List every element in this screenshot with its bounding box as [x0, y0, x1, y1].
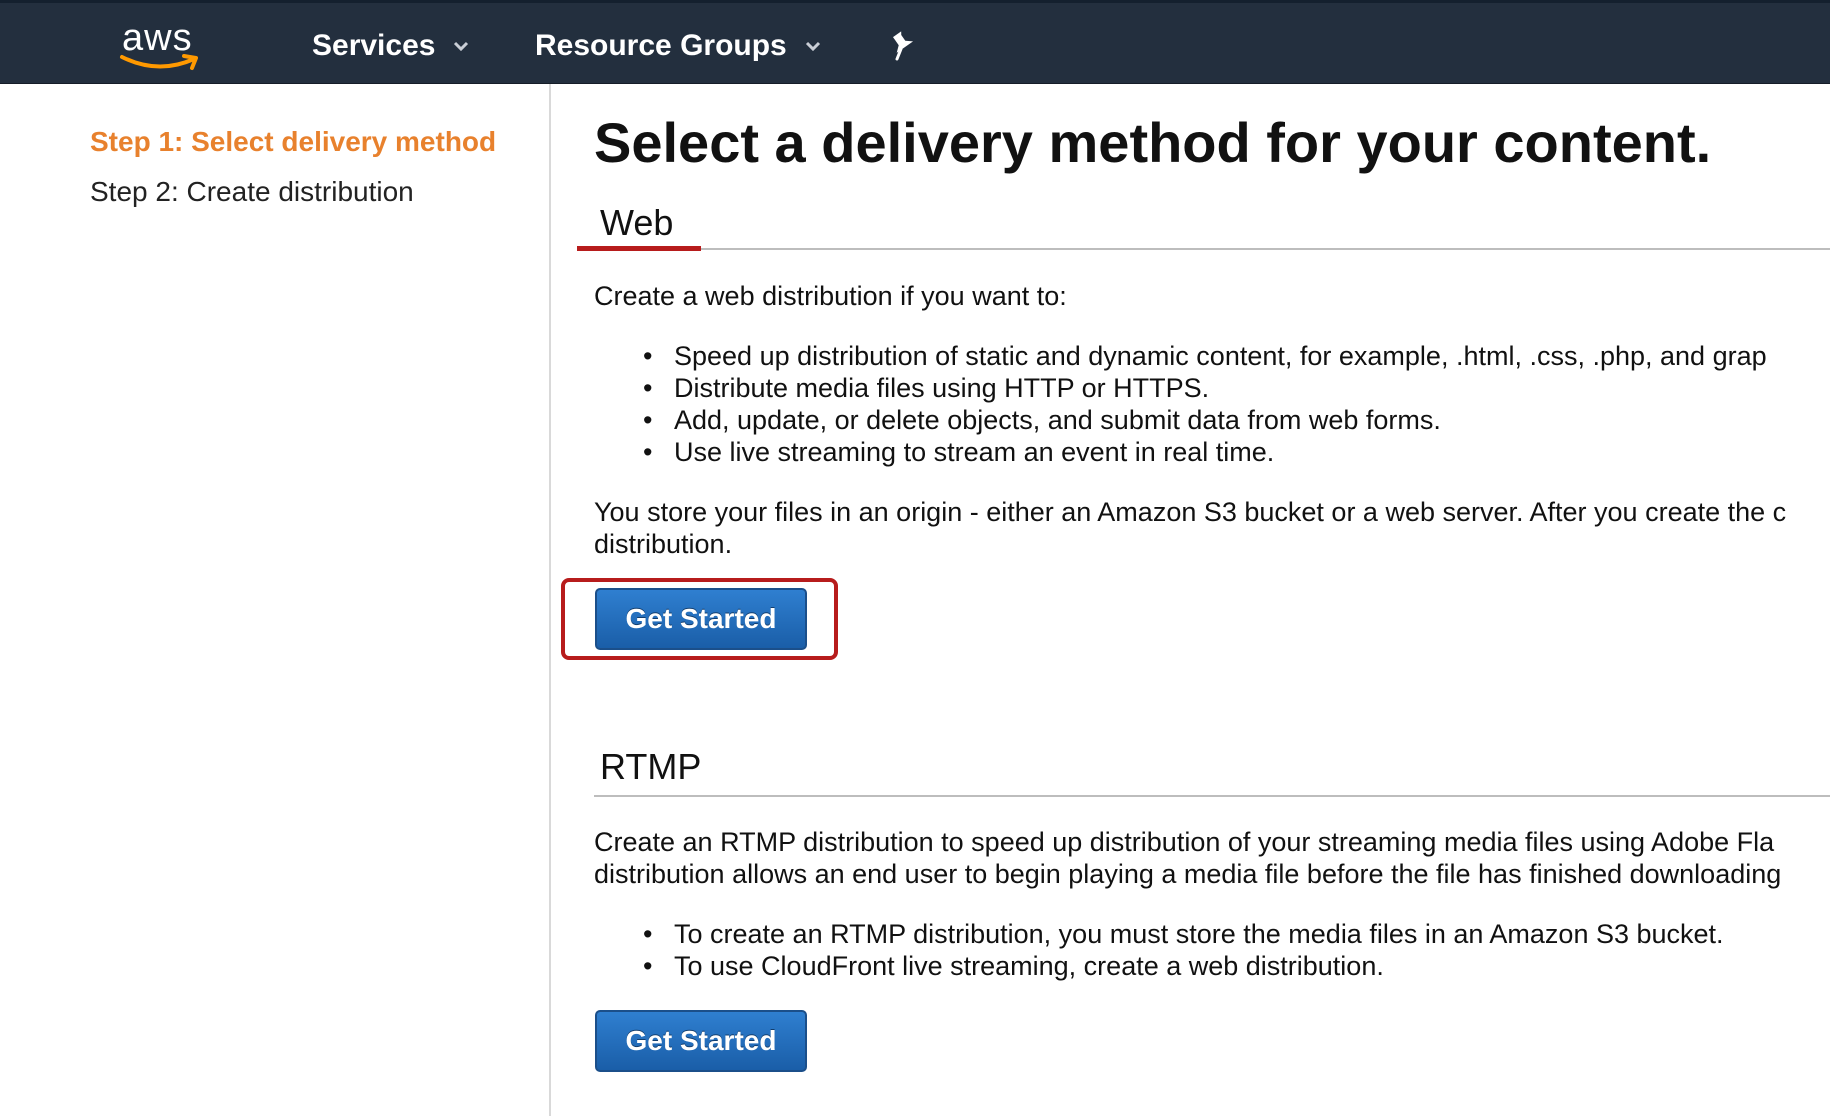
web-divider [577, 248, 1830, 250]
services-menu[interactable]: Services [312, 29, 469, 63]
services-menu-label: Services [312, 29, 436, 62]
aws-smile-icon [120, 54, 198, 70]
page-title: Select a delivery method for your conten… [594, 111, 1712, 174]
list-item: Speed up distribution of static and dyna… [643, 340, 1767, 372]
top-navigation-bar: aws Services Resource Groups [0, 0, 1830, 84]
rtmp-get-started-button[interactable]: Get Started [595, 1010, 807, 1072]
web-origin-text-line2: distribution. [594, 529, 733, 559]
rtmp-text-line2: distribution allows an end user to begin… [594, 859, 1782, 889]
list-item: Use live streaming to stream an event in… [643, 436, 1767, 468]
list-item: Distribute media files using HTTP or HTT… [643, 372, 1767, 404]
aws-logo[interactable]: aws [118, 17, 208, 77]
resource-groups-menu[interactable]: Resource Groups [535, 29, 821, 63]
list-item: To use CloudFront live streaming, create… [643, 950, 1724, 982]
rtmp-section-heading: RTMP [600, 746, 702, 787]
step-create-distribution[interactable]: Step 2: Create distribution [90, 176, 414, 208]
web-section-heading: Web [600, 202, 674, 243]
rtmp-divider [594, 795, 1830, 797]
list-item: To create an RTMP distribution, you must… [643, 918, 1724, 950]
web-intro-text: Create a web distribution if you want to… [594, 281, 1067, 311]
web-heading-underline [577, 246, 701, 251]
web-bullet-list: Speed up distribution of static and dyna… [643, 340, 1767, 468]
step-select-delivery-method[interactable]: Step 1: Select delivery method [90, 126, 496, 158]
rtmp-text-line1: Create an RTMP distribution to speed up … [594, 827, 1775, 857]
chevron-down-icon [454, 41, 469, 51]
chevron-down-icon [805, 41, 820, 51]
pin-icon[interactable] [888, 31, 916, 61]
web-get-started-button[interactable]: Get Started [595, 588, 807, 650]
resource-groups-menu-label: Resource Groups [535, 29, 787, 62]
rtmp-bullet-list: To create an RTMP distribution, you must… [643, 918, 1724, 982]
wizard-steps-sidebar: Step 1: Select delivery method Step 2: C… [0, 84, 551, 1116]
web-origin-text-line1: You store your files in an origin - eith… [594, 497, 1787, 527]
list-item: Add, update, or delete objects, and subm… [643, 404, 1767, 436]
main-content: Select a delivery method for your conten… [553, 84, 1830, 1116]
